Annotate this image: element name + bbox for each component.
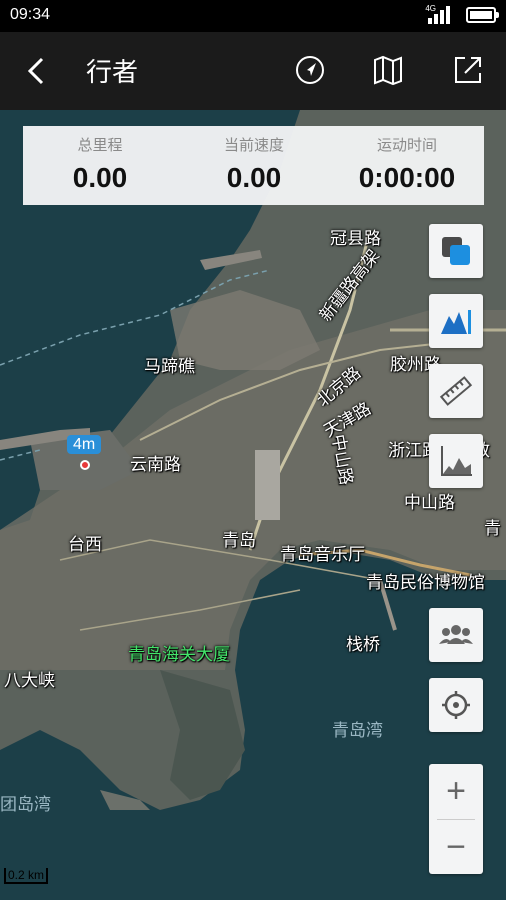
locate-icon [442, 691, 470, 719]
altitude-chart-icon [441, 446, 472, 476]
label-zhanqiao: 栈桥 [346, 635, 380, 655]
stat-label: 当前速度 [223, 136, 284, 154]
elevation-icon [441, 310, 471, 334]
label-matijiao: 马蹄礁 [144, 357, 195, 377]
label-guanxian-road: 冠县路 [330, 229, 381, 249]
zoom-in-button[interactable]: + [429, 764, 483, 818]
status-time: 09:34 [10, 6, 51, 23]
battery-icon [466, 7, 499, 23]
label-qingdao-bay: 青岛湾 [332, 721, 383, 741]
team-icon [439, 625, 473, 644]
stat-label: 总里程 [77, 136, 123, 154]
accuracy-label: 4m [67, 435, 102, 454]
label-zhongshan-road: 中山路 [404, 493, 455, 513]
share-icon[interactable] [452, 54, 484, 86]
signal-icon [428, 6, 450, 24]
label-customs-building: 青岛海关大厦 [128, 645, 230, 665]
label-badaxia: 八大峡 [4, 671, 55, 691]
layers-button[interactable] [429, 224, 483, 278]
label-qingdao-concert-hall: 青岛音乐厅 [280, 545, 365, 565]
app-bar: 行者 [0, 32, 506, 110]
label-qingdao-station: 青岛 [222, 531, 256, 551]
stat-value: 0.00 [226, 162, 282, 193]
label-qing-partial: 青 [484, 519, 501, 539]
location-dot [80, 460, 90, 470]
stat-total-distance: 总里程 0.00 [23, 126, 177, 205]
status-bar: 09:34 4G [0, 0, 506, 32]
locate-button[interactable] [429, 678, 483, 732]
map-scale-bar: 0.2 km [4, 868, 49, 884]
stat-value: 0.00 [72, 162, 128, 193]
layers-icon [442, 237, 470, 265]
stat-current-speed: 当前速度 0.00 [177, 126, 331, 205]
elevation-button[interactable] [429, 294, 483, 348]
back-icon[interactable] [22, 56, 52, 86]
label-taixi: 台西 [68, 535, 102, 555]
stat-value: 0:00:00 [358, 162, 456, 193]
altitude-chart-button[interactable] [429, 434, 483, 488]
label-folk-museum: 青岛民俗博物馆 [366, 573, 485, 593]
stat-label: 运动时间 [376, 136, 437, 154]
current-location-marker[interactable]: 4m [67, 434, 102, 470]
ruler-button[interactable] [429, 364, 483, 418]
label-tuandao-bay: 团岛湾 [0, 795, 51, 815]
label-yunnan-road: 云南路 [130, 455, 181, 475]
page-title: 行者 [86, 58, 139, 88]
map-icon[interactable] [372, 54, 404, 86]
zoom-out-button[interactable]: − [429, 820, 483, 874]
ruler-icon [439, 376, 473, 406]
team-button[interactable] [429, 608, 483, 662]
zoom-control: + − [429, 764, 483, 874]
location-arrow-icon[interactable] [294, 54, 326, 86]
stat-moving-time: 运动时间 0:00:00 [330, 126, 484, 205]
stats-panel: 总里程 0.00 当前速度 0.00 运动时间 0:00:00 [23, 126, 484, 205]
